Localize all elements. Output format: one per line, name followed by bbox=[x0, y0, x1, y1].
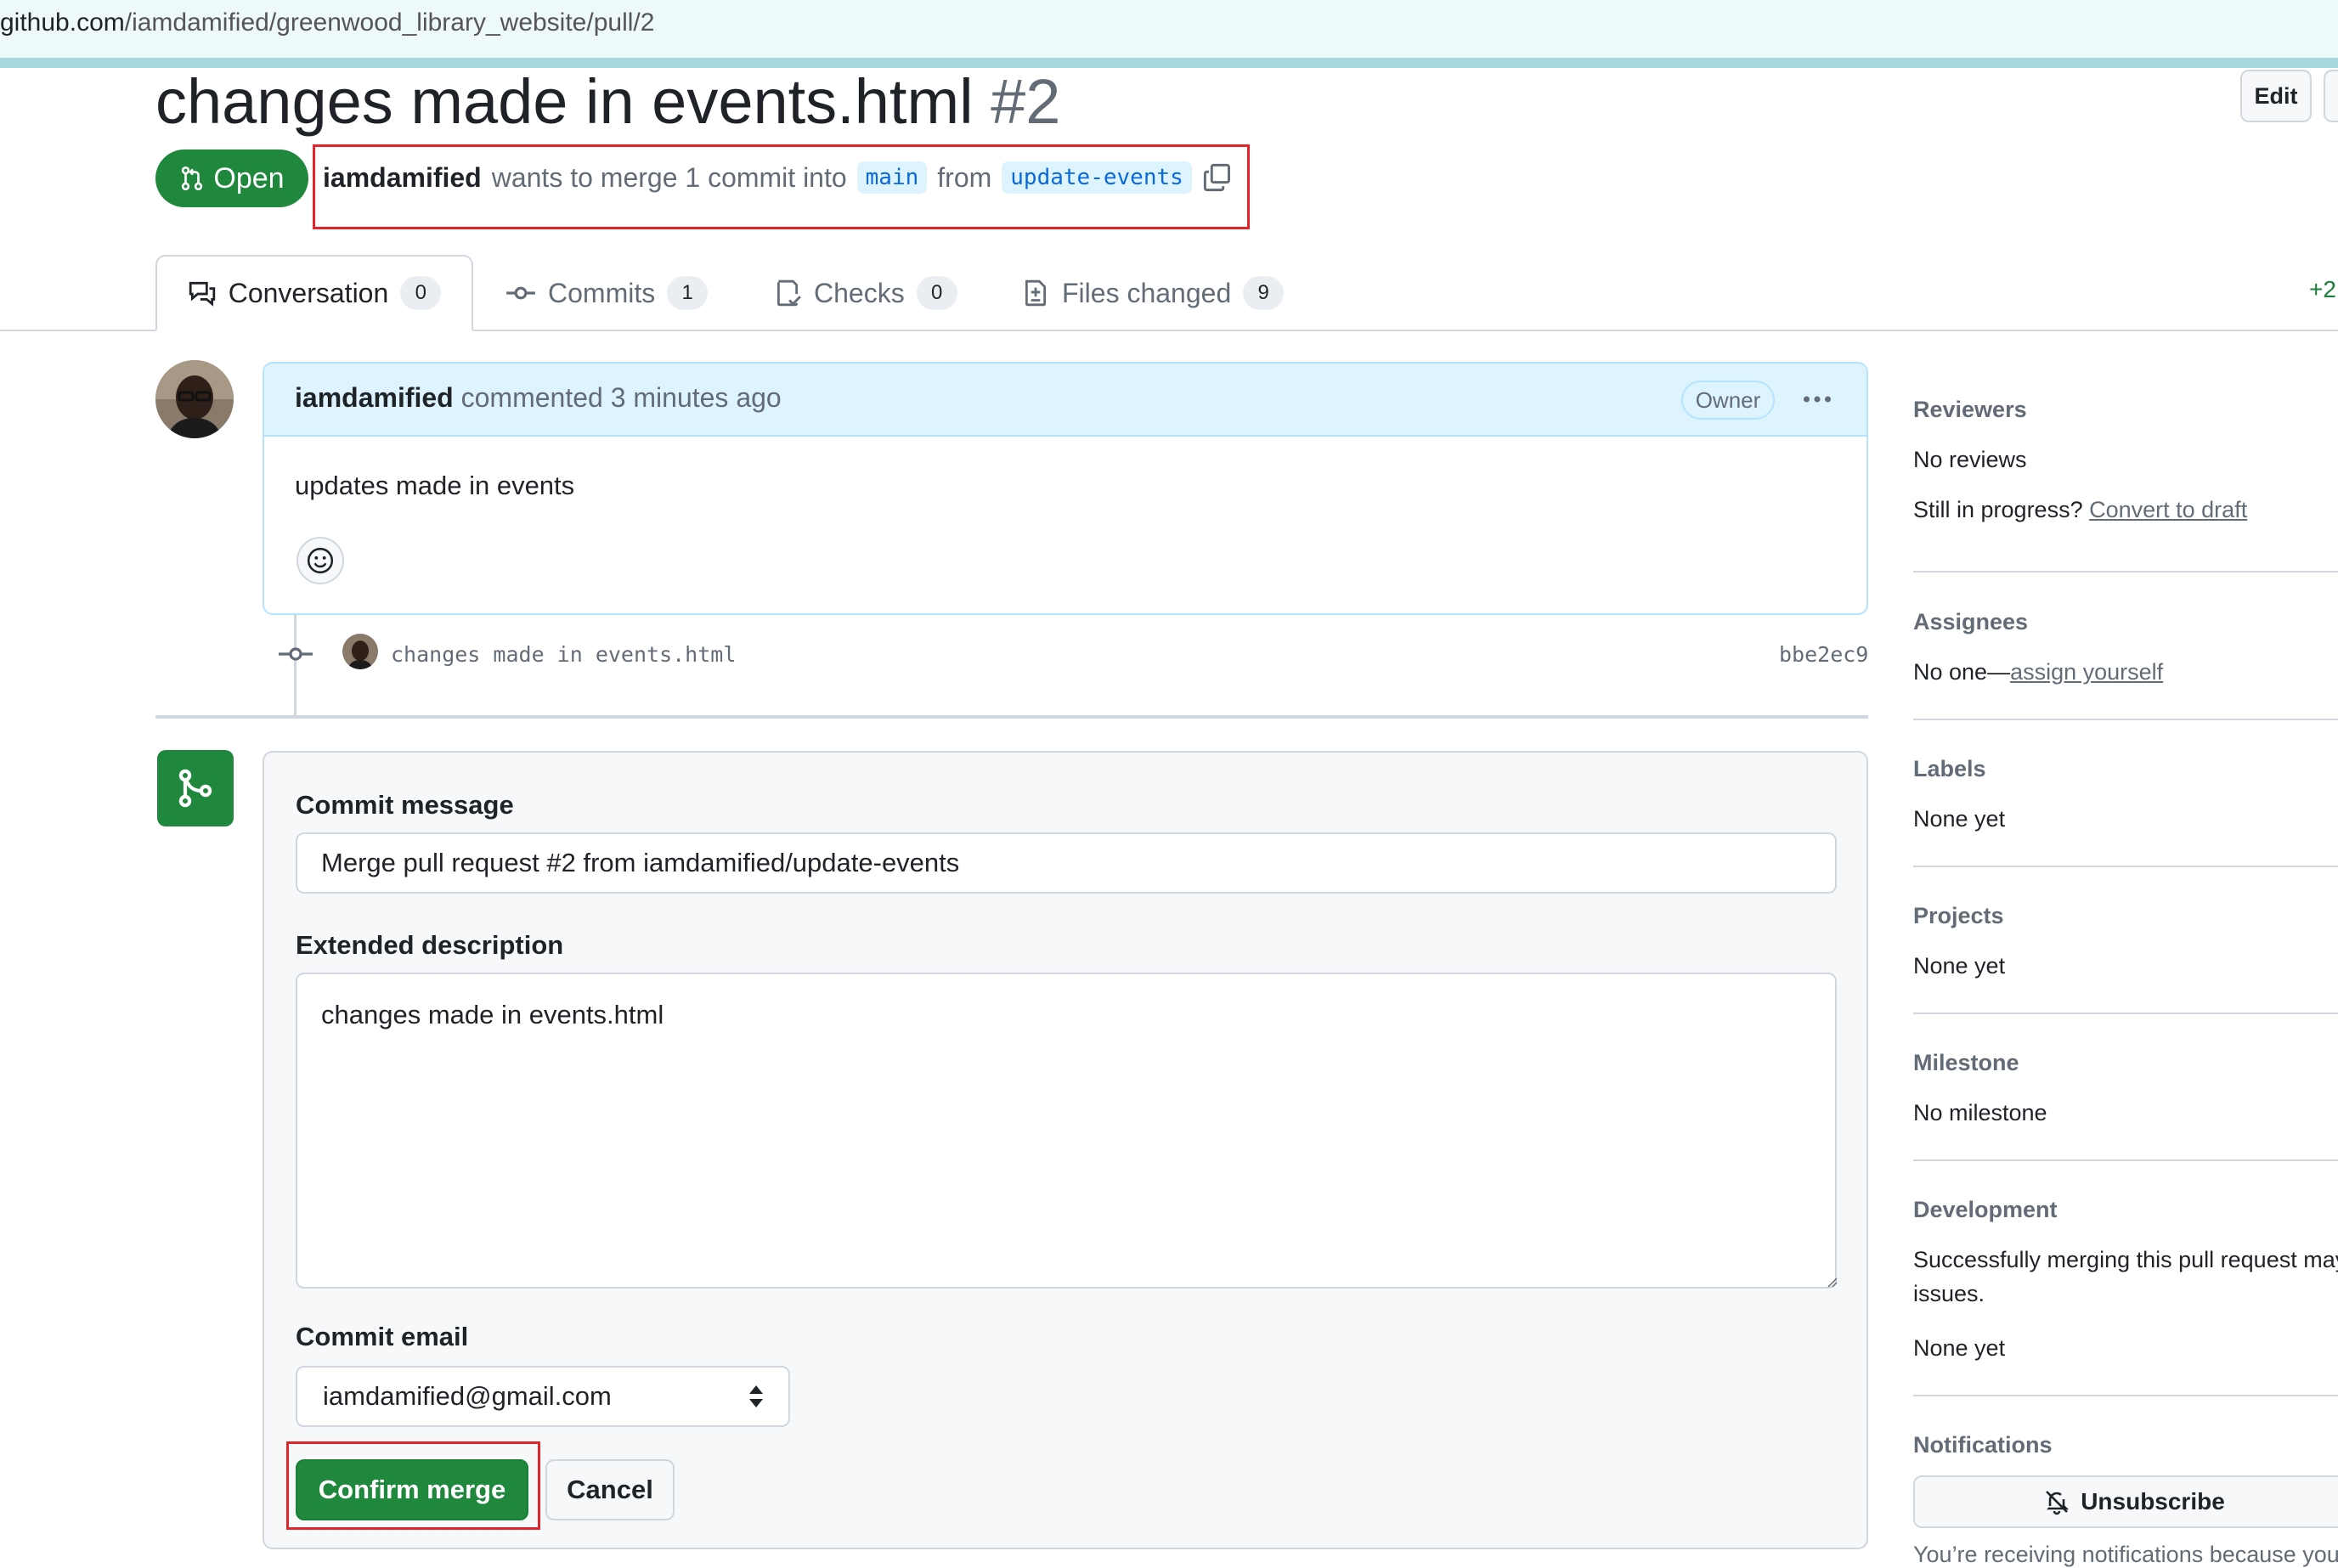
development-heading[interactable]: Development bbox=[1913, 1197, 2058, 1223]
sidebar-divider bbox=[1913, 1159, 2338, 1161]
add-reaction-button[interactable] bbox=[296, 537, 344, 584]
commit-icon bbox=[505, 278, 536, 308]
file-diff-icon bbox=[1021, 279, 1050, 307]
comment-author[interactable]: iamdamified bbox=[295, 382, 454, 413]
extended-description-label: Extended description bbox=[296, 930, 564, 960]
reviewers-heading[interactable]: Reviewers bbox=[1913, 397, 2027, 423]
kebab-menu-icon[interactable] bbox=[1800, 382, 1834, 416]
status-label: Open bbox=[213, 161, 285, 195]
code-button[interactable] bbox=[2324, 70, 2338, 122]
browser-address-bar[interactable]: github.com/iamdamified/greenwood_library… bbox=[0, 0, 2338, 68]
edit-button[interactable]: Edit bbox=[2240, 70, 2312, 122]
sidebar-divider bbox=[1913, 1012, 2338, 1014]
owner-badge: Owner bbox=[1681, 381, 1775, 420]
extended-description-textarea[interactable]: changes made in events.html bbox=[296, 973, 1837, 1289]
assignees-value: No one—assign yourself bbox=[1913, 659, 2163, 685]
sidebar-divider bbox=[1913, 866, 2338, 867]
comment-header: iamdamified commented 3 minutes ago Owne… bbox=[264, 364, 1866, 437]
resize-handle-icon[interactable] bbox=[1824, 1274, 1838, 1288]
milestone-value: No milestone bbox=[1913, 1100, 2047, 1125]
sidebar-divider bbox=[1913, 1395, 2338, 1396]
pr-number: #2 bbox=[991, 66, 1061, 137]
tab-label: Files changed bbox=[1062, 277, 1232, 308]
unsubscribe-label: Unsubscribe bbox=[2081, 1488, 2225, 1514]
labels-heading[interactable]: Labels bbox=[1913, 756, 1986, 782]
projects-value: None yet bbox=[1913, 953, 2006, 979]
smiley-icon bbox=[306, 546, 335, 575]
sidebar-divider bbox=[1913, 719, 2338, 720]
tab-label: Checks bbox=[814, 277, 905, 308]
commit-message-link[interactable]: changes made in events.html bbox=[391, 642, 736, 667]
git-merge-icon bbox=[157, 750, 234, 826]
url-text[interactable]: github.com/iamdamified/greenwood_library… bbox=[0, 8, 654, 37]
bell-slash-icon bbox=[2043, 1488, 2070, 1515]
tab-conversation[interactable]: Conversation 0 bbox=[155, 255, 473, 331]
merge-form: Commit message Merge pull request #2 fro… bbox=[263, 751, 1868, 1549]
select-arrows-icon bbox=[749, 1385, 763, 1407]
pull-request-icon bbox=[179, 166, 205, 191]
tab-commits[interactable]: Commits 1 bbox=[505, 255, 709, 331]
reviewers-value: No reviews bbox=[1913, 447, 2027, 472]
tab-files-changed[interactable]: Files changed 9 bbox=[1021, 255, 1285, 331]
status-badge: Open bbox=[155, 149, 308, 207]
sidebar-divider bbox=[1913, 571, 2338, 572]
projects-heading[interactable]: Projects bbox=[1913, 903, 2004, 929]
tab-counter: 0 bbox=[400, 276, 442, 310]
pr-title-text: changes made in events.html bbox=[155, 66, 974, 137]
assignees-heading[interactable]: Assignees bbox=[1913, 609, 2028, 635]
commit-message-label: Commit message bbox=[296, 790, 514, 820]
avatar[interactable] bbox=[155, 360, 234, 438]
annotation-highlight-confirm bbox=[286, 1441, 540, 1530]
commit-sha-link[interactable]: bbe2ec9 bbox=[1779, 642, 1868, 667]
draft-prompt-text: Still in progress? bbox=[1913, 497, 2083, 522]
commit-email-label: Commit email bbox=[296, 1322, 469, 1351]
draft-prompt: Still in progress? Convert to draft bbox=[1913, 497, 2247, 523]
diffstat-additions: +2 bbox=[2309, 276, 2336, 302]
checklist-icon bbox=[773, 279, 802, 307]
annotation-highlight-merge-summary bbox=[313, 144, 1250, 229]
commit-email-select[interactable]: iamdamified@gmail.com bbox=[296, 1366, 790, 1427]
comment-discussion-icon bbox=[188, 279, 217, 307]
notifications-heading: Notifications bbox=[1913, 1432, 2053, 1458]
comment-meta: iamdamified commented 3 minutes ago bbox=[295, 382, 782, 414]
tab-counter: 0 bbox=[916, 276, 957, 310]
tab-checks[interactable]: Checks 0 bbox=[773, 255, 957, 331]
cancel-button[interactable]: Cancel bbox=[545, 1459, 675, 1520]
tab-label: Commits bbox=[548, 277, 656, 308]
commit-author-avatar[interactable] bbox=[342, 634, 378, 669]
commit-message-input[interactable]: Merge pull request #2 from iamdamified/u… bbox=[296, 832, 1837, 894]
commit-email-value: iamdamified@gmail.com bbox=[323, 1381, 612, 1411]
notifications-note: You’re receiving notifications because y… bbox=[1913, 1542, 2338, 1567]
assignees-none: No one— bbox=[1913, 659, 2011, 685]
timeline-line bbox=[294, 615, 296, 717]
development-note-line2: issues. bbox=[1913, 1281, 1985, 1306]
tab-counter: 9 bbox=[1243, 276, 1285, 310]
unsubscribe-button[interactable]: Unsubscribe bbox=[1913, 1475, 2338, 1528]
labels-value: None yet bbox=[1913, 806, 2006, 832]
development-value: None yet bbox=[1913, 1335, 2006, 1361]
page-title: changes made in events.html #2 bbox=[155, 64, 1060, 140]
timeline-divider bbox=[155, 715, 1868, 719]
git-commit-icon bbox=[279, 642, 313, 666]
comment-action[interactable]: commented 3 minutes ago bbox=[461, 382, 782, 413]
convert-to-draft-link[interactable]: Convert to draft bbox=[2089, 497, 2247, 522]
assign-yourself-link[interactable]: assign yourself bbox=[2010, 659, 2163, 685]
tab-counter: 1 bbox=[667, 276, 709, 310]
tab-label: Conversation bbox=[228, 277, 389, 308]
development-note-line1: Successfully merging this pull request m… bbox=[1913, 1247, 2338, 1272]
milestone-heading[interactable]: Milestone bbox=[1913, 1050, 2019, 1076]
comment-card: iamdamified commented 3 minutes ago Owne… bbox=[263, 362, 1868, 615]
comment-body: updates made in events bbox=[295, 471, 575, 500]
